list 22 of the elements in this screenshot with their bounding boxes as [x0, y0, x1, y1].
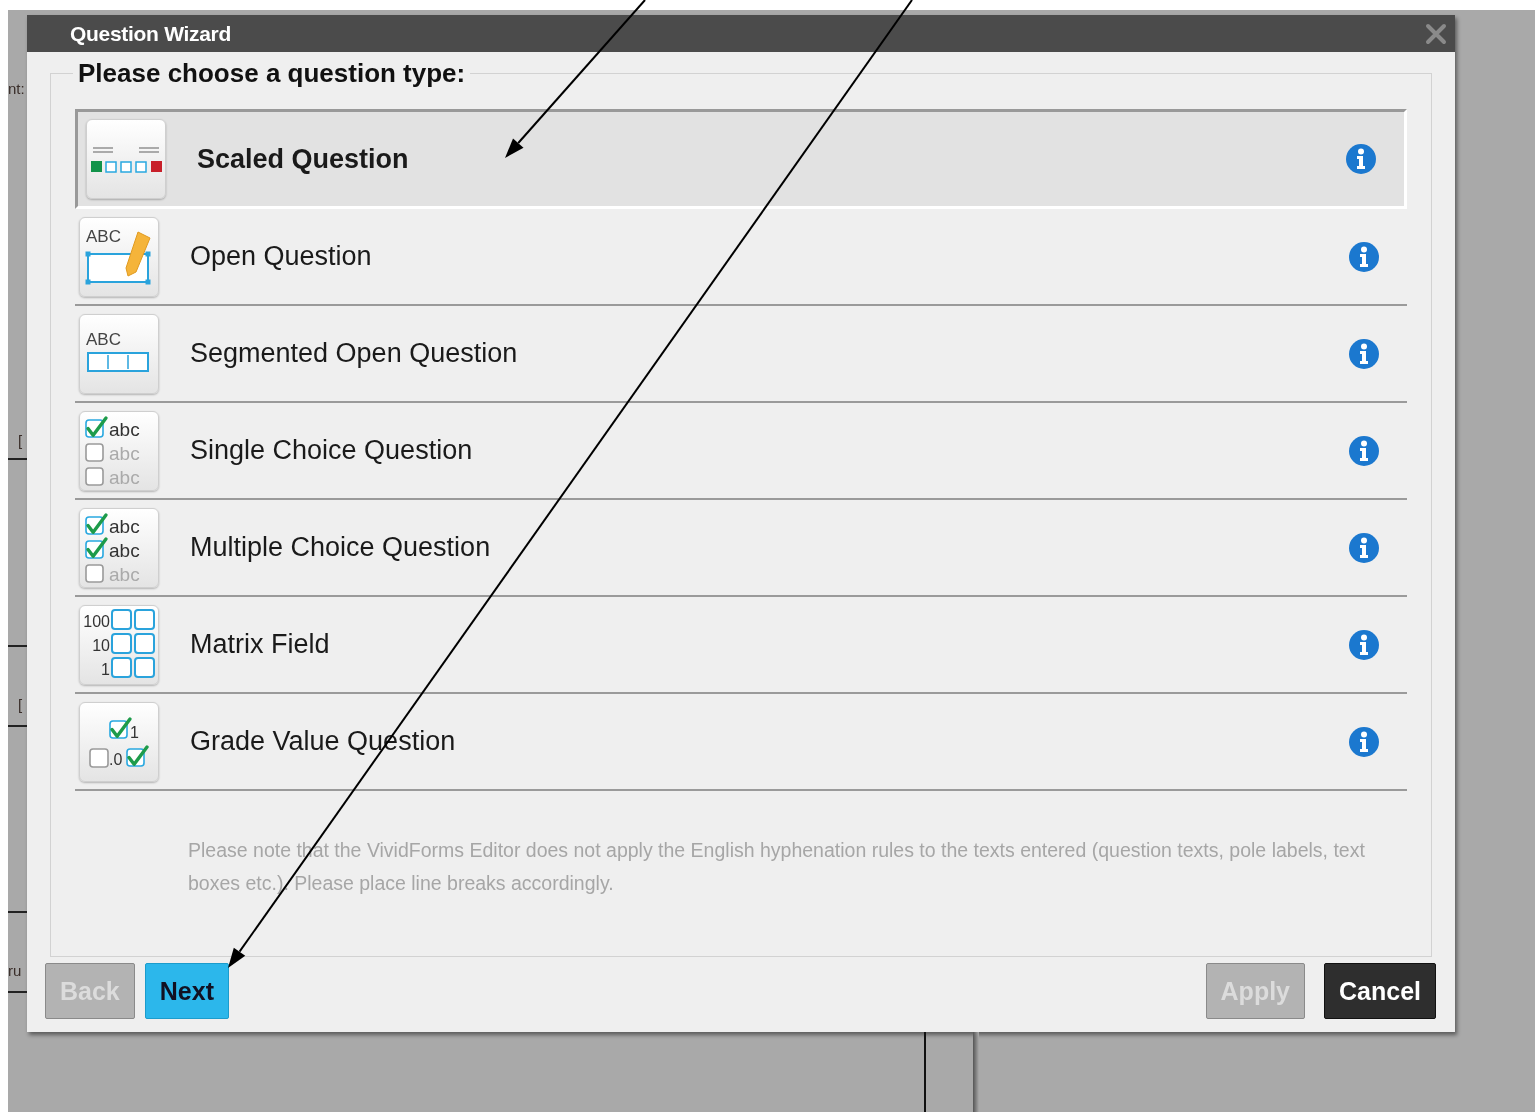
- info-icon[interactable]: [1345, 143, 1377, 175]
- text-fragment: [: [18, 431, 24, 451]
- question-type-item[interactable]: 100 10 1 Matrix Field: [75, 597, 1407, 694]
- question-type-item[interactable]: abc abc abc Single Choice Question: [75, 403, 1407, 500]
- close-icon[interactable]: [1425, 22, 1447, 45]
- info-icon[interactable]: [1348, 337, 1380, 370]
- button[interactable]: Cancel: [1324, 963, 1436, 1019]
- question-type-item[interactable]: abc abc abc Multiple Choice Question: [75, 500, 1407, 597]
- question-type-item[interactable]: ABC Segmented Open Question: [75, 306, 1407, 403]
- text-fragment: nt:: [8, 79, 26, 99]
- text-fragment: [: [18, 695, 24, 715]
- text-fragment: ru: [8, 961, 23, 981]
- info-icon[interactable]: [1348, 628, 1380, 661]
- info-icon[interactable]: [1348, 434, 1380, 467]
- question-type-item[interactable]: Scaled Question: [75, 109, 1407, 209]
- primary-button[interactable]: Next: [144, 963, 229, 1019]
- panel-heading: Please choose a question type:: [77, 58, 467, 89]
- info-icon[interactable]: [1348, 531, 1380, 564]
- info-icon[interactable]: [1348, 240, 1380, 273]
- question-type-item[interactable]: ABC Open Question: [75, 209, 1407, 306]
- info-icon[interactable]: [1348, 725, 1380, 758]
- window-title: Question Wizard: [70, 21, 231, 46]
